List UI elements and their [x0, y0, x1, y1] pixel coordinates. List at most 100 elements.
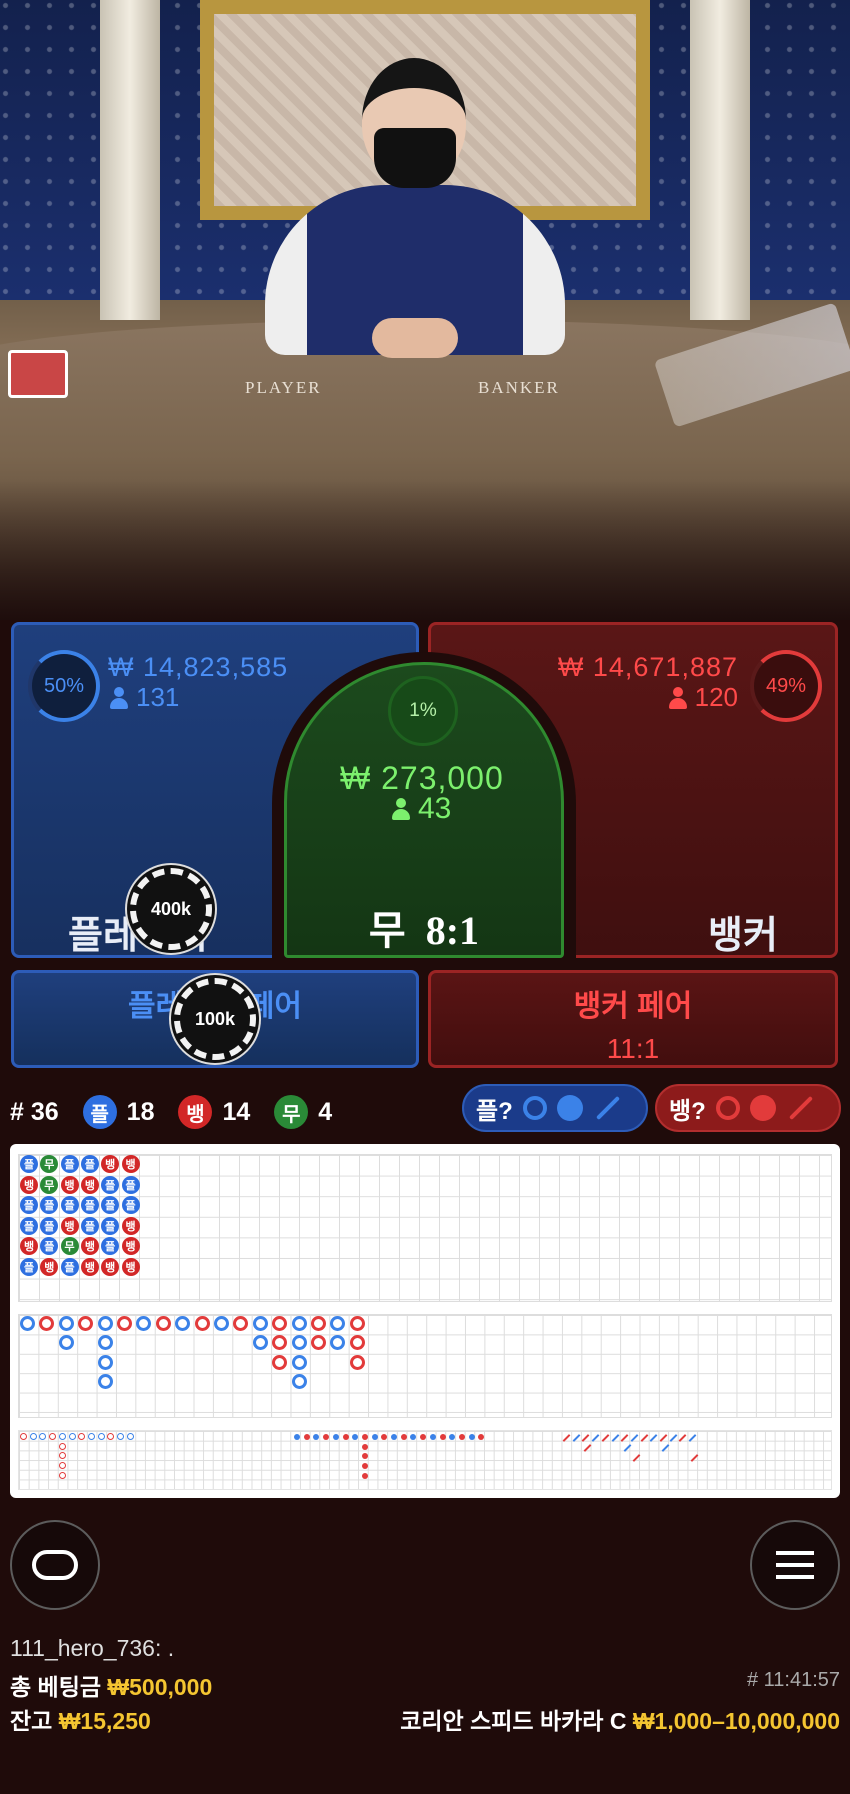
bead-road-cell: 플 [101, 1175, 120, 1194]
banker-win-count: 14 [222, 1097, 251, 1126]
player-bettor-count-value: 131 [136, 682, 180, 712]
big-road-cell [155, 1316, 171, 1331]
bead-road-cell: 플 [80, 1196, 99, 1215]
big-road-cell [252, 1316, 268, 1331]
bead-road-cell: 무 [40, 1175, 59, 1194]
small-road-cell [429, 1434, 436, 1440]
blue-dot-icon [556, 1095, 583, 1121]
big-eye-road-cell [29, 1433, 37, 1440]
person-icon [110, 686, 128, 709]
banker-pair-bet-spot[interactable]: 뱅커 페어 11:1 [428, 970, 838, 1068]
banker-bettor-count: 120 [668, 682, 738, 713]
big-road-cell [272, 1354, 288, 1370]
bead-road-cell: 플 [20, 1216, 38, 1235]
chat-button[interactable] [10, 1520, 100, 1610]
bead-road-cell: 플 [20, 1258, 38, 1276]
tie-win-badge: 무 [274, 1095, 309, 1129]
banker-percent: 49% [765, 674, 807, 697]
player-percent: 50% [43, 674, 85, 697]
blue-ring-icon [522, 1096, 547, 1120]
player-percent-ring: 50% [28, 650, 100, 722]
tie-bettor-count: 43 [392, 792, 451, 826]
bead-road-cell: 뱅 [60, 1216, 79, 1235]
tie-label: 무 8:1 [284, 898, 564, 956]
bead-road-cell: 플 [121, 1175, 140, 1194]
small-road-cell [439, 1434, 446, 1440]
felt-banker-label: BANKER [478, 378, 560, 397]
total-bet-label: 총 베팅금 [10, 1674, 102, 1700]
bead-road-cell: 뱅 [80, 1175, 99, 1194]
tie-percent-ring: 1% [388, 676, 458, 746]
banker-percent-ring: 49% [750, 650, 822, 722]
round-stats: # 36 플 18 뱅 14 무 4 [10, 1090, 332, 1134]
balance-label: 잔고 [10, 1708, 53, 1734]
big-road-cell [291, 1335, 307, 1351]
bead-road-cell: 플 [60, 1155, 79, 1173]
dealer-mask [374, 128, 456, 188]
roadmap-panel[interactable]: 플뱅플플뱅플무무플플플뱅플뱅플뱅무플플뱅플플뱅뱅뱅플플플플뱅뱅플플뱅뱅뱅 [10, 1144, 840, 1498]
tie-percent: 1% [409, 700, 437, 721]
bead-road-cell: 뱅 [80, 1258, 99, 1276]
bead-road-cell: 뱅 [121, 1258, 140, 1276]
bead-road-grid [18, 1154, 832, 1302]
banker-pair-label: 뱅커 페어 [573, 990, 693, 1023]
red-ring-icon [715, 1096, 740, 1120]
big-road-cell [97, 1316, 113, 1331]
pillar-right [690, 0, 750, 320]
banker-pair-odds: 11:1 [606, 1033, 660, 1064]
big-road-cell [349, 1354, 365, 1370]
big-road-cell [97, 1354, 113, 1370]
bead-road-cell: 플 [60, 1258, 79, 1276]
banker-bettor-count-value: 120 [694, 682, 738, 712]
big-road-cell [291, 1374, 307, 1390]
round-number: # 36 [10, 1097, 59, 1126]
live-video-feed: PLAYER BANKER [0, 0, 850, 620]
menu-button[interactable] [750, 1520, 840, 1610]
card-stack [8, 350, 68, 398]
big-eye-road-cell [20, 1433, 27, 1440]
big-eye-road-cell [59, 1442, 66, 1450]
wall-panel-right [740, 0, 850, 300]
big-road-cell [291, 1354, 307, 1370]
big-road-cell [97, 1335, 113, 1351]
banker-total-amount: ₩ 14,671,887 [557, 652, 738, 682]
big-road-cell [214, 1316, 229, 1331]
chat-icon [32, 1550, 78, 1580]
small-road-cell [362, 1472, 368, 1479]
player-total-amount: ₩ 14,823,585 [108, 652, 289, 682]
banker-ask-button[interactable]: 뱅? [655, 1084, 841, 1132]
small-road-cell [468, 1434, 475, 1440]
clock: # 11:41:57 [746, 1669, 840, 1691]
tie-odds: 8:1 [425, 908, 480, 953]
small-road-cell [400, 1434, 407, 1440]
menu-icon [776, 1551, 814, 1579]
video-fade [0, 480, 850, 620]
big-road-cell [20, 1316, 35, 1331]
big-road-cell [291, 1316, 307, 1331]
tie-bettor-count-value: 43 [418, 792, 452, 825]
player-ask-button[interactable]: 플? [462, 1084, 648, 1132]
blue-slash-icon [595, 1095, 620, 1121]
total-bet: 총 베팅금 ₩500,000 [10, 1668, 212, 1702]
person-icon [392, 798, 410, 820]
bead-road-cell: 뱅 [121, 1155, 140, 1173]
big-eye-road-cell [87, 1433, 95, 1440]
player-ask-label: 플? [476, 1097, 513, 1125]
big-road-cell [349, 1316, 365, 1331]
big-eye-road-cell [126, 1433, 134, 1440]
big-road-cell [194, 1316, 210, 1331]
player-chip: 400k [130, 868, 212, 950]
small-road-cell [332, 1434, 339, 1440]
bet-limits: ₩1,000–10,000,000 [632, 1708, 840, 1734]
table-name: 코리안 스피드 바카라 C [400, 1708, 627, 1734]
bead-road-cell: 플 [101, 1216, 120, 1235]
small-road-cell [294, 1434, 300, 1440]
banker-label: 뱅커 [708, 915, 778, 957]
bead-road-cell: 플 [60, 1196, 79, 1215]
bead-road-cell: 플 [121, 1196, 140, 1215]
tie-name: 무 [368, 908, 406, 953]
wall-panel-left [0, 0, 110, 300]
big-eye-road-cell [58, 1433, 66, 1440]
total-bet-value: ₩500,000 [107, 1674, 213, 1700]
big-eye-road-cell [59, 1471, 66, 1479]
